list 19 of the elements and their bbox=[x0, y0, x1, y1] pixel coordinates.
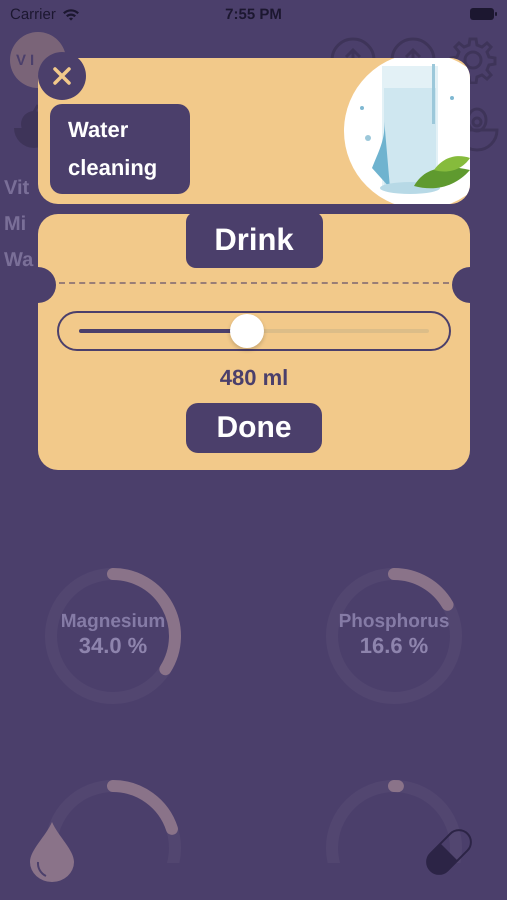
amount-slider[interactable] bbox=[57, 311, 451, 351]
close-icon bbox=[52, 66, 72, 86]
gauge-arc bbox=[388, 780, 404, 792]
slider-thumb[interactable] bbox=[230, 314, 264, 348]
carrier-label: Carrier bbox=[10, 6, 56, 22]
battery-icon bbox=[470, 8, 497, 20]
status-time: 7:55 PM bbox=[225, 6, 282, 22]
amount-value: 480 ml bbox=[220, 365, 288, 391]
close-button[interactable] bbox=[38, 52, 86, 100]
done-button[interactable]: Done bbox=[186, 403, 322, 453]
drink-tab[interactable]: Drink bbox=[186, 212, 322, 268]
gauge-arc bbox=[107, 780, 178, 835]
gauge-label: Phosphorus bbox=[338, 611, 450, 633]
gauge-percent: 16.6 % bbox=[360, 633, 428, 659]
gauge-arc bbox=[388, 568, 454, 611]
drink-title: Water cleaning bbox=[68, 116, 158, 182]
gauge-percent: 34.0 % bbox=[78, 633, 148, 659]
wifi-icon bbox=[62, 8, 80, 20]
gauge-label: Magnesium bbox=[60, 611, 166, 633]
